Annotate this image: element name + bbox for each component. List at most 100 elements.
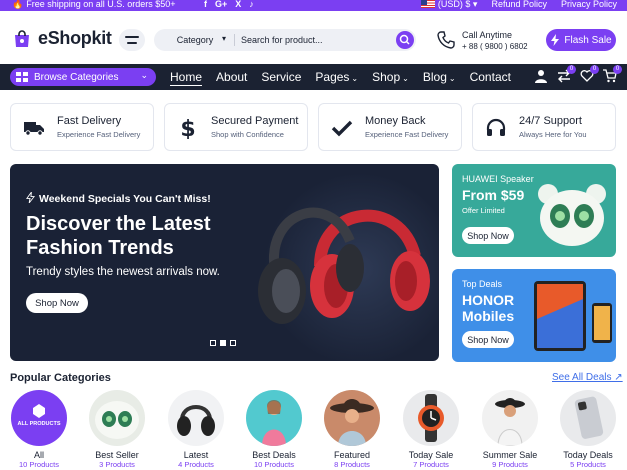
call-number: + 88 ( 9800 ) 6802 [462, 42, 528, 51]
hero-title: Discover the Latest Fashion Trends [26, 213, 211, 259]
slider-dot[interactable] [210, 340, 216, 346]
category-latest[interactable]: Latest 4 Products [165, 390, 227, 469]
category-count: 10 Products [253, 460, 295, 469]
hero-subtitle: Trendy styles the newest arrivals now. [26, 266, 220, 278]
flash-sale-button[interactable]: Flash Sale [546, 29, 616, 51]
search-button[interactable] [396, 31, 414, 49]
currency-selector[interactable]: (USD) $ ▾ [420, 0, 477, 10]
feature-title: 24/7 Support [519, 115, 582, 127]
headset-icon [486, 118, 506, 136]
category-featured[interactable]: Featured 8 Products [321, 390, 383, 469]
category-summer-sale[interactable]: Summer Sale 9 Products [479, 390, 541, 469]
category-all[interactable]: ALL PRODUCTS All 10 Products [8, 390, 70, 469]
feature-subtitle: Always Here for You [519, 130, 587, 139]
slider-dot-active[interactable] [220, 340, 226, 346]
search-icon [399, 34, 410, 45]
category-name: Best Deals [252, 450, 296, 460]
compare-badge: 0 [567, 65, 576, 74]
slider-dots [210, 340, 236, 346]
check-icon [331, 120, 353, 137]
user-icon [535, 70, 547, 83]
divider [234, 34, 235, 46]
category-select[interactable]: Category [164, 35, 226, 45]
browse-categories-button[interactable]: Browse Categories ⌄ [10, 68, 156, 86]
dollar-icon: $ [180, 117, 195, 139]
see-all-deals-link[interactable]: See All Deals ↗ [552, 372, 623, 383]
privacy-policy-link[interactable]: Privacy Policy [561, 0, 617, 10]
category-image [403, 390, 459, 446]
huawei-speaker-banner[interactable]: HUAWEI Speaker From $59 Offer Limited Sh… [452, 164, 616, 257]
honor-mobiles-banner[interactable]: Top Deals HONOR Mobiles Shop Now [452, 269, 616, 362]
topbar-right: (USD) $ ▾ Refund Policy Privacy Policy [420, 0, 617, 10]
banner-kicker: Top Deals [462, 279, 503, 289]
banner-shop-now-button[interactable]: Shop Now [462, 227, 514, 244]
category-count: 9 Products [492, 460, 528, 469]
hamburger-menu-button[interactable] [119, 29, 145, 51]
phone-icon [437, 31, 455, 49]
x-icon[interactable]: X [235, 0, 241, 10]
account-button[interactable] [534, 69, 548, 83]
banner-kicker: HUAWEI Speaker [462, 174, 534, 184]
nav-shop[interactable]: Shop ⌄ [372, 70, 409, 86]
category-name: Today Sale [408, 450, 454, 460]
woman-image [262, 400, 286, 446]
lightning-icon [26, 190, 36, 204]
chevron-down-icon: ⌄ [448, 74, 456, 83]
chevron-down-icon: ⌄ [351, 74, 359, 83]
menu-line-icon [125, 36, 139, 38]
wishlist-badge: 0 [590, 65, 599, 74]
category-image [246, 390, 302, 446]
top-announcement-bar: 🔥 Free shipping on all U.S. orders $50+ f… [0, 0, 627, 11]
hero-kicker: Weekend Specials You Can't Miss! [26, 190, 211, 205]
speaker-image [95, 401, 139, 439]
cart-button[interactable]: 0 [603, 65, 622, 83]
nav-service[interactable]: Service [261, 70, 301, 86]
category-image: ALL PRODUCTS [11, 390, 67, 446]
category-name: Latest [183, 450, 209, 460]
grid-icon [16, 72, 28, 82]
nav-contact[interactable]: Contact [470, 70, 511, 86]
all-products-icon [33, 404, 45, 418]
search-input[interactable]: Search for product... [241, 35, 323, 45]
summer-woman-image [495, 398, 525, 446]
feature-title: Fast Delivery [57, 115, 122, 127]
nav-blog[interactable]: Blog ⌄ [423, 70, 456, 86]
lightning-icon [551, 34, 560, 46]
category-image [324, 390, 380, 446]
feature-fast-delivery: Fast Delivery Experience Fast Delivery [10, 103, 154, 151]
social-links: f G+ X ♪ [204, 0, 254, 10]
watch-image [418, 394, 444, 442]
nav-home[interactable]: Home [170, 70, 203, 86]
compare-button[interactable]: 0 [557, 65, 576, 83]
nav-pages[interactable]: Pages ⌄ [315, 70, 358, 86]
brand-name: eShopkit [38, 28, 112, 48]
category-best-seller[interactable]: Best Seller 3 Products [86, 390, 148, 469]
category-today-deals[interactable]: Today Deals 5 Products [557, 390, 619, 469]
category-image [168, 390, 224, 446]
nav-about[interactable]: About [216, 70, 247, 86]
category-today-sale[interactable]: Today Sale 7 Products [400, 390, 462, 469]
hero-shop-now-button[interactable]: Shop Now [26, 293, 88, 313]
us-flag-icon [420, 0, 435, 8]
popular-categories-title: Popular Categories [10, 372, 111, 384]
nav-links: Home About Service Pages ⌄ Shop ⌄ Blog ⌄ Co… [170, 70, 511, 86]
tiktok-icon[interactable]: ♪ [249, 0, 254, 10]
wishlist-button[interactable]: 0 [580, 65, 599, 83]
free-shipping-notice: 🔥 Free shipping on all U.S. orders $50+ [12, 0, 176, 9]
phone-image [574, 396, 604, 439]
site-logo[interactable]: eShopkit [12, 28, 112, 49]
category-best-deals[interactable]: Best Deals 10 Products [243, 390, 305, 469]
facebook-icon[interactable]: f [204, 0, 207, 10]
slider-dot[interactable] [230, 340, 236, 346]
category-name: Best Seller [95, 450, 139, 460]
banner-shop-now-button[interactable]: Shop Now [462, 331, 514, 348]
cart-badge: 0 [613, 65, 622, 74]
category-count: 4 Products [178, 460, 214, 469]
category-count: 10 Products [18, 460, 60, 469]
google-plus-icon[interactable]: G+ [215, 0, 227, 10]
feature-money-back: Money Back Experience Fast Delivery [318, 103, 462, 151]
feature-subtitle: Experience Fast Delivery [57, 130, 141, 139]
chevron-down-icon: ⌄ [402, 74, 409, 83]
refund-policy-link[interactable]: Refund Policy [491, 0, 547, 10]
category-name: All [33, 450, 44, 460]
